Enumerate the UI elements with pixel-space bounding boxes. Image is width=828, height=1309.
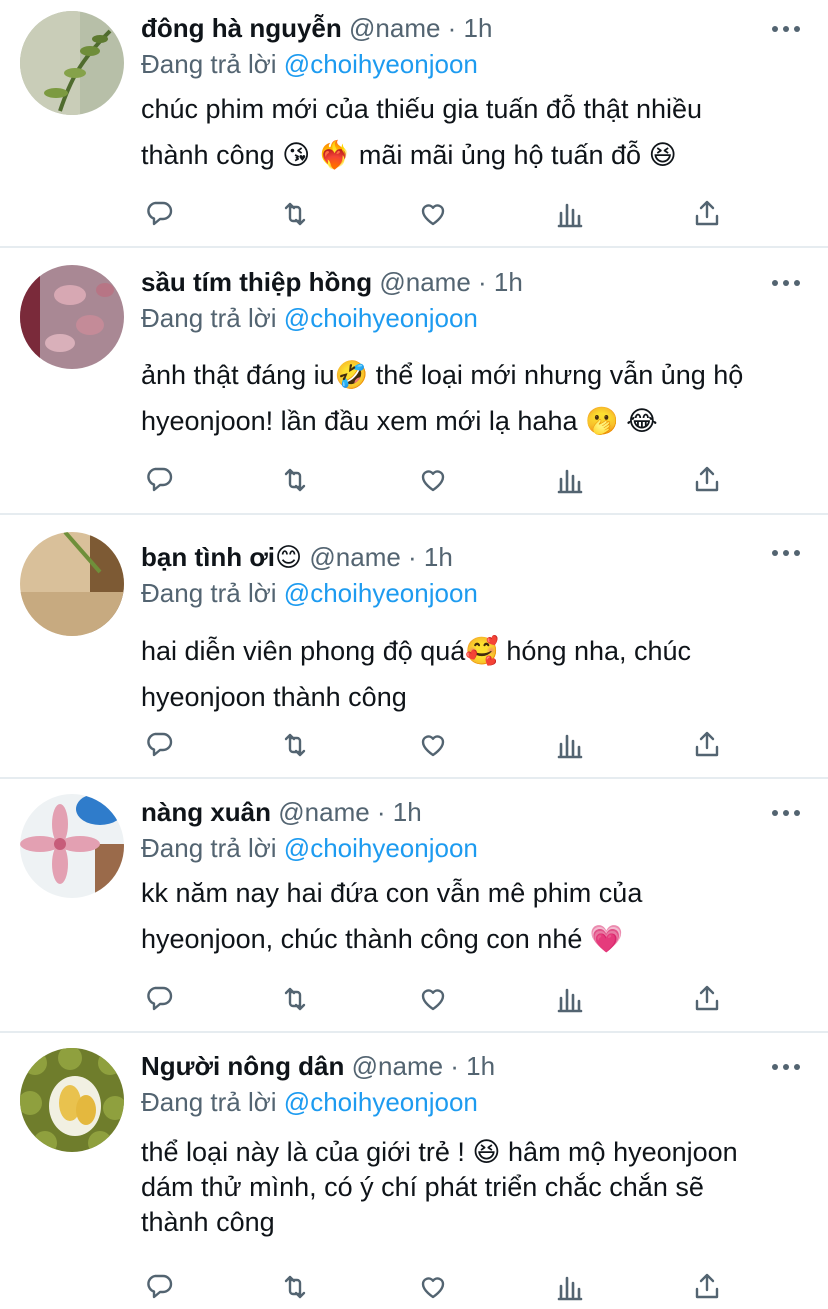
tweet-text-line: thể loại này là của giới trẻ ! 😆 hâm mộ … xyxy=(141,1137,738,1167)
tweet-header: sầu tím thiệp hồng @name · 1h xyxy=(141,266,523,298)
tweet-text: ảnh thật đáng iu🤣 thể loại mới nhưng vẫn… xyxy=(141,352,811,444)
tweet-text-line: dám thử mình, có ý chí phát triển chắc c… xyxy=(141,1172,704,1202)
reply-handle-link[interactable]: @choihyeonjoon xyxy=(284,833,478,863)
retweet-icon[interactable] xyxy=(277,727,313,763)
share-icon[interactable] xyxy=(689,981,725,1017)
tweet-header: bạn tình ơi😊 @name · 1h xyxy=(141,541,453,573)
more-options-icon[interactable] xyxy=(772,280,800,288)
display-name[interactable]: đông hà nguyễn xyxy=(141,13,342,43)
reply-prefix: Đang trả lời xyxy=(141,1087,277,1117)
replying-to: Đang trả lời @choihyeonjoon xyxy=(141,48,478,80)
tweet-text-line: hai diễn viên phong độ quá🥰 hóng nha, ch… xyxy=(141,636,692,666)
replying-to: Đang trả lời @choihyeonjoon xyxy=(141,302,478,334)
display-name[interactable]: nàng xuân xyxy=(141,797,271,827)
views-icon[interactable] xyxy=(552,1269,588,1305)
reply-prefix: Đang trả lời xyxy=(141,578,277,608)
share-icon[interactable] xyxy=(689,462,725,498)
avatar[interactable] xyxy=(20,11,124,115)
retweet-icon[interactable] xyxy=(277,1269,313,1305)
display-name[interactable]: Người nông dân xyxy=(141,1051,344,1081)
avatar[interactable] xyxy=(20,265,124,369)
avatar[interactable] xyxy=(20,1048,124,1152)
replying-to: Đang trả lời @choihyeonjoon xyxy=(141,577,478,609)
avatar[interactable] xyxy=(20,532,124,636)
action-bar xyxy=(0,981,828,1017)
tweet-header: nàng xuân @name · 1h xyxy=(141,796,422,828)
retweet-icon[interactable] xyxy=(277,462,313,498)
handle-time: @name · 1h xyxy=(278,797,422,827)
tweet-text: thể loại này là của giới trẻ ! 😆 hâm mộ … xyxy=(141,1135,811,1240)
like-icon[interactable] xyxy=(415,727,451,763)
action-bar xyxy=(0,727,828,763)
reply-icon[interactable] xyxy=(141,981,177,1017)
views-icon[interactable] xyxy=(552,462,588,498)
reply-icon[interactable] xyxy=(141,196,177,232)
reply-icon[interactable] xyxy=(141,1269,177,1305)
like-icon[interactable] xyxy=(415,981,451,1017)
reply-prefix: Đang trả lời xyxy=(141,833,277,863)
reply-tweet[interactable]: Người nông dân @name · 1h Đang trả lời @… xyxy=(0,1033,828,1309)
more-options-icon[interactable] xyxy=(772,1064,800,1072)
more-options-icon[interactable] xyxy=(772,550,800,558)
reply-icon[interactable] xyxy=(141,462,177,498)
share-icon[interactable] xyxy=(689,727,725,763)
tweet-text-line: kk năm nay hai đứa con vẫn mê phim của xyxy=(141,878,643,908)
reply-prefix: Đang trả lời xyxy=(141,49,277,79)
display-name[interactable]: sầu tím thiệp hồng xyxy=(141,267,372,297)
handle-time: @name · 1h xyxy=(309,542,453,572)
reply-tweet[interactable]: đông hà nguyễn @name · 1h Đang trả lời @… xyxy=(0,0,828,248)
views-icon[interactable] xyxy=(552,196,588,232)
avatar[interactable] xyxy=(20,794,124,898)
like-icon[interactable] xyxy=(415,462,451,498)
reply-icon[interactable] xyxy=(141,727,177,763)
tweet-text-line: thành công 😘 ❤️‍🔥 mãi mãi ủng hộ tuấn đỗ… xyxy=(141,140,677,170)
tweet-text-line: hyeonjoon! lần đầu xem mới lạ haha 🫢 😂 xyxy=(141,406,658,436)
more-options-icon[interactable] xyxy=(772,810,800,818)
reply-tweet[interactable]: bạn tình ơi😊 @name · 1h Đang trả lời @ch… xyxy=(0,515,828,779)
action-bar xyxy=(0,1269,828,1305)
retweet-icon[interactable] xyxy=(277,196,313,232)
tweet-text-line: hyeonjoon thành công xyxy=(141,682,407,712)
share-icon[interactable] xyxy=(689,196,725,232)
tweet-header: đông hà nguyễn @name · 1h xyxy=(141,12,492,44)
reply-prefix: Đang trả lời xyxy=(141,303,277,333)
action-bar xyxy=(0,196,828,232)
replying-to: Đang trả lời @choihyeonjoon xyxy=(141,832,478,864)
action-bar xyxy=(0,462,828,498)
tweet-header: Người nông dân @name · 1h xyxy=(141,1050,495,1082)
tweet-text-line: ảnh thật đáng iu🤣 thể loại mới nhưng vẫn… xyxy=(141,360,744,390)
reply-handle-link[interactable]: @choihyeonjoon xyxy=(284,303,478,333)
reply-handle-link[interactable]: @choihyeonjoon xyxy=(284,578,478,608)
display-name[interactable]: bạn tình ơi😊 xyxy=(141,542,302,572)
like-icon[interactable] xyxy=(415,1269,451,1305)
reply-tweet[interactable]: nàng xuân @name · 1h Đang trả lời @choih… xyxy=(0,779,828,1032)
views-icon[interactable] xyxy=(552,981,588,1017)
tweet-text: kk năm nay hai đứa con vẫn mê phim của h… xyxy=(141,870,811,962)
more-options-icon[interactable] xyxy=(772,26,800,34)
tweet-text: hai diễn viên phong độ quá🥰 hóng nha, ch… xyxy=(141,628,811,720)
share-icon[interactable] xyxy=(689,1269,725,1305)
like-icon[interactable] xyxy=(415,196,451,232)
tweet-text-line: hyeonjoon, chúc thành công con nhé 💗 xyxy=(141,924,624,954)
handle-time: @name · 1h xyxy=(379,267,523,297)
reply-handle-link[interactable]: @choihyeonjoon xyxy=(284,49,478,79)
replying-to: Đang trả lời @choihyeonjoon xyxy=(141,1086,478,1118)
handle-time: @name · 1h xyxy=(349,13,493,43)
tweet-text-line: thành công xyxy=(141,1207,275,1237)
tweet-text-line: chúc phim mới của thiếu gia tuấn đỗ thật… xyxy=(141,94,703,124)
reply-handle-link[interactable]: @choihyeonjoon xyxy=(284,1087,478,1117)
views-icon[interactable] xyxy=(552,727,588,763)
handle-time: @name · 1h xyxy=(351,1051,496,1081)
tweet-text: chúc phim mới của thiếu gia tuấn đỗ thật… xyxy=(141,86,811,178)
retweet-icon[interactable] xyxy=(277,981,313,1017)
reply-tweet[interactable]: sầu tím thiệp hồng @name · 1h Đang trả l… xyxy=(0,248,828,514)
